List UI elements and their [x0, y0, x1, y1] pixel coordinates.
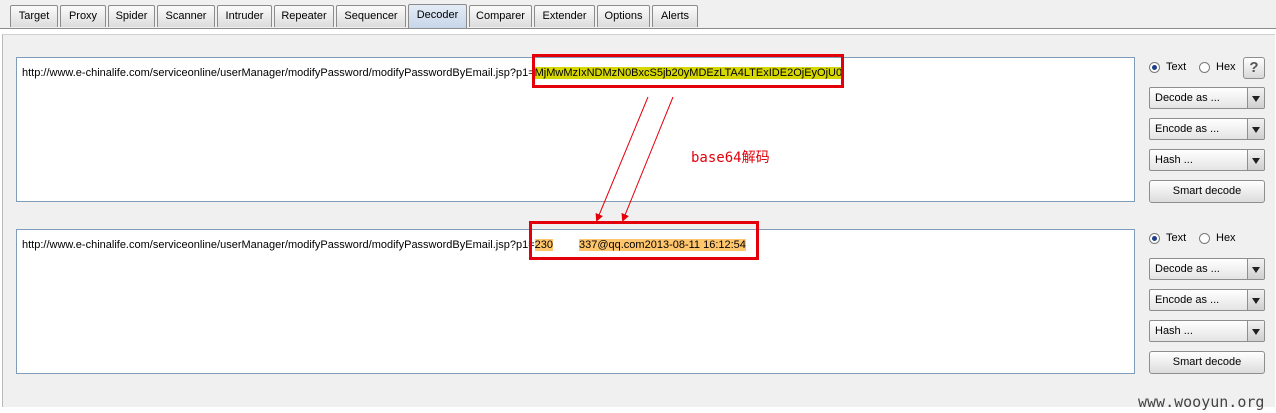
- watermark: www.wooyun.org: [1138, 393, 1265, 411]
- tab-comparer[interactable]: Comparer: [469, 5, 532, 27]
- tab-target[interactable]: Target: [10, 5, 58, 27]
- dropdown-arrow-icon: [1247, 119, 1264, 139]
- bottom-radio-hex[interactable]: Hex: [1199, 232, 1236, 244]
- top-hash-select[interactable]: Hash ...: [1149, 149, 1265, 171]
- radio-hex-label: Hex: [1216, 232, 1236, 244]
- encode-as-label: Encode as ...: [1155, 123, 1220, 135]
- hash-label: Hash ...: [1155, 325, 1193, 337]
- tab-decoder[interactable]: Decoder: [408, 4, 467, 28]
- radio-unselected-icon: [1199, 61, 1210, 73]
- top-decode-as-select[interactable]: Decode as ...: [1149, 87, 1265, 109]
- tab-scanner[interactable]: Scanner: [157, 5, 215, 27]
- output-url-prefix: http://www.e-chinalife.com/serviceonline…: [22, 239, 535, 251]
- bottom-decode-as-select[interactable]: Decode as ...: [1149, 258, 1265, 280]
- tab-extender[interactable]: Extender: [534, 5, 595, 27]
- bottom-hash-select[interactable]: Hash ...: [1149, 320, 1265, 342]
- dropdown-arrow-icon: [1247, 321, 1264, 341]
- dropdown-arrow-icon: [1247, 88, 1264, 108]
- encoded-highlight-box: [532, 54, 844, 88]
- tab-bar: Target Proxy Spider Scanner Intruder Rep…: [0, 0, 1276, 29]
- top-radio-text[interactable]: Text: [1149, 61, 1186, 73]
- top-encode-as-select[interactable]: Encode as ...: [1149, 118, 1265, 140]
- tab-options[interactable]: Options: [597, 5, 650, 27]
- top-smart-decode-button[interactable]: Smart decode: [1149, 180, 1265, 203]
- radio-text-label: Text: [1166, 232, 1187, 244]
- encode-as-label: Encode as ...: [1155, 294, 1220, 306]
- top-radio-hex[interactable]: Hex: [1199, 61, 1236, 73]
- decoded-highlight-box: [529, 221, 759, 260]
- tab-repeater[interactable]: Repeater: [274, 5, 334, 27]
- radio-text-label: Text: [1166, 61, 1187, 73]
- dropdown-arrow-icon: [1247, 290, 1264, 310]
- tab-intruder[interactable]: Intruder: [217, 5, 272, 27]
- dropdown-arrow-icon: [1247, 150, 1264, 170]
- tab-alerts[interactable]: Alerts: [652, 5, 698, 27]
- tab-sequencer[interactable]: Sequencer: [336, 5, 406, 27]
- decode-as-label: Decode as ...: [1155, 263, 1220, 275]
- bottom-encode-as-select[interactable]: Encode as ...: [1149, 289, 1265, 311]
- radio-hex-label: Hex: [1216, 61, 1236, 73]
- radio-selected-icon: [1149, 232, 1160, 244]
- bottom-radio-text[interactable]: Text: [1149, 232, 1186, 244]
- radio-unselected-icon: [1199, 232, 1210, 244]
- base64-annotation: base64解码: [691, 150, 770, 166]
- hash-label: Hash ...: [1155, 154, 1193, 166]
- input-url-prefix: http://www.e-chinalife.com/serviceonline…: [22, 67, 535, 79]
- dropdown-arrow-icon: [1247, 259, 1264, 279]
- tab-spider[interactable]: Spider: [108, 5, 155, 27]
- radio-selected-icon: [1149, 61, 1160, 73]
- decode-as-label: Decode as ...: [1155, 92, 1220, 104]
- bottom-smart-decode-button[interactable]: Smart decode: [1149, 351, 1265, 374]
- help-button[interactable]: ?: [1243, 57, 1265, 79]
- tab-proxy[interactable]: Proxy: [60, 5, 106, 27]
